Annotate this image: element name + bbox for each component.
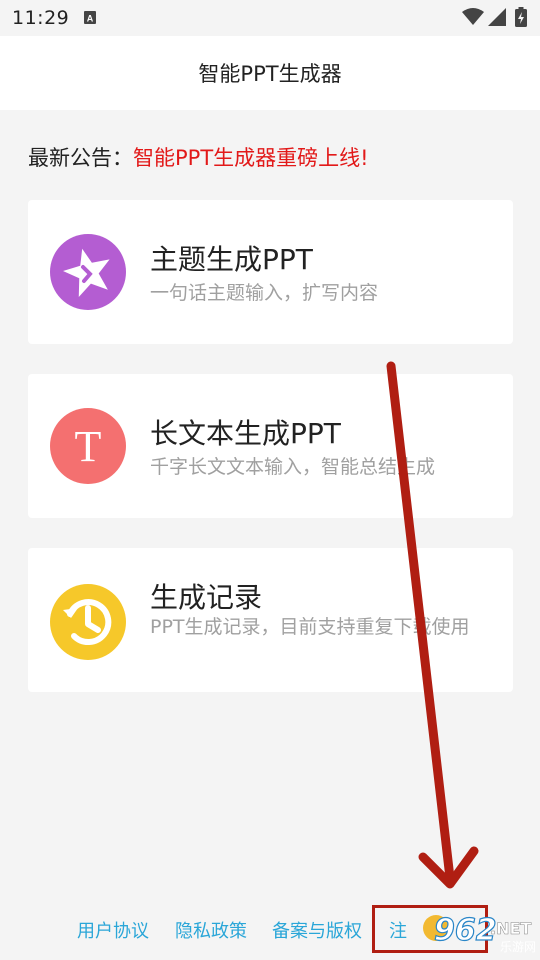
history-clock-icon [50, 584, 126, 660]
footer-link-user-agreement[interactable]: 用户协议 [77, 917, 149, 943]
status-time: 11:29 [12, 7, 70, 29]
card-history[interactable]: 生成记录 PPT生成记录，目前支持重复下载使用 [28, 548, 513, 692]
svg-text:.NET: .NET [490, 919, 531, 938]
letter-t-icon: T [50, 408, 126, 484]
announcement-text: 智能PPT生成器重磅上线! [133, 146, 369, 170]
app-header: 智能PPT生成器 [0, 36, 540, 110]
card-longtext-generate[interactable]: T 长文本生成PPT 千字长文文本输入，智能总结生成 [28, 374, 513, 518]
card-title: 长文本生成PPT [150, 417, 341, 450]
announcement-banner: 最新公告：智能PPT生成器重磅上线! [28, 142, 369, 172]
footer-link-filing-copyright[interactable]: 备案与版权 [272, 917, 362, 943]
cell-signal-icon [488, 8, 506, 26]
battery-charging-icon [515, 7, 527, 27]
watermark-logo: 962 .NET 乐游网 [423, 912, 536, 954]
card-subtitle: PPT生成记录，目前支持重复下载使用 [150, 616, 470, 638]
footer-link-privacy-policy[interactable]: 隐私政策 [175, 917, 247, 943]
page-title: 智能PPT生成器 [198, 62, 342, 86]
announcement-label: 最新公告： [28, 146, 133, 170]
svg-text:乐游网: 乐游网 [500, 940, 536, 954]
svg-text:962: 962 [434, 913, 497, 948]
card-subtitle: 千字长文文本输入，智能总结生成 [150, 456, 436, 478]
star-icon [50, 234, 126, 310]
wifi-icon [462, 8, 484, 25]
card-title: 生成记录 [150, 581, 263, 614]
status-bar: 11:29 A [0, 0, 540, 36]
svg-text:A: A [87, 14, 94, 24]
card-subtitle: 一句话主题输入，扩写内容 [150, 282, 379, 304]
keyboard-a-icon: A [84, 11, 96, 24]
card-title: 主题生成PPT [150, 243, 313, 276]
card-topic-generate[interactable]: 主题生成PPT 一句话主题输入，扩写内容 [28, 200, 513, 344]
svg-text:T: T [75, 422, 102, 471]
